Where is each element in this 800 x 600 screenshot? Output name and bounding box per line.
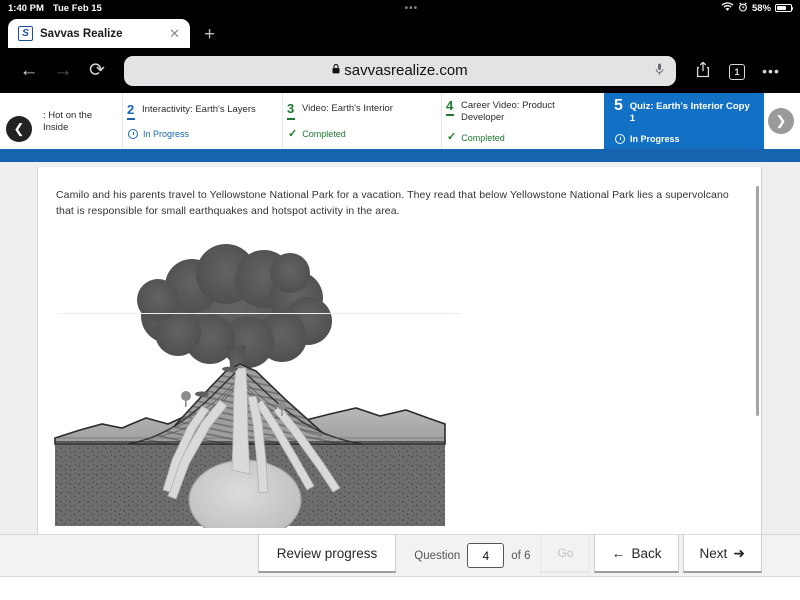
reload-icon[interactable]: ⟳ bbox=[80, 61, 114, 80]
battery-icon bbox=[774, 4, 794, 12]
lesson-prev-arrow[interactable]: ❮ bbox=[6, 115, 32, 142]
next-button[interactable]: Next ➜ bbox=[682, 535, 762, 573]
lesson-progress-nav: : Hot on the Inside 2 Interactivity: Ear… bbox=[0, 93, 800, 149]
lesson-step-2-number: 2 bbox=[127, 102, 135, 121]
back-icon[interactable]: ← bbox=[12, 61, 46, 80]
lesson-step-3-status: ✓ Completed bbox=[287, 127, 433, 140]
question-number-input[interactable] bbox=[467, 543, 505, 568]
back-button-label: Back bbox=[631, 545, 662, 561]
question-total-label: of 6 bbox=[511, 549, 531, 562]
quiz-page-area: Camilo and his parents travel to Yellows… bbox=[0, 162, 800, 534]
status-date: Tue Feb 15 bbox=[52, 2, 102, 14]
question-stem: Camilo and his parents travel to Yellows… bbox=[56, 189, 729, 218]
microphone-icon[interactable] bbox=[655, 63, 664, 79]
faint-horizon-rule bbox=[58, 312, 461, 314]
lesson-step-2-title: Interactivity: Earth's Layers bbox=[142, 103, 256, 115]
lesson-step-3-status-label: Completed bbox=[302, 129, 346, 140]
lesson-step-1-number bbox=[28, 109, 36, 111]
battery-percent: 58% bbox=[751, 2, 771, 14]
more-options-icon[interactable]: ••• bbox=[754, 64, 788, 78]
lesson-step-5-status: In Progress bbox=[614, 133, 756, 144]
lesson-step-1-title: : Hot on the Inside bbox=[43, 109, 93, 133]
lock-icon bbox=[332, 64, 340, 77]
page-right-gutter bbox=[762, 162, 800, 534]
browser-tab-savvas-realize[interactable]: S Savvas Realize ✕ bbox=[8, 19, 190, 48]
tab-count-button[interactable]: 1 bbox=[720, 61, 754, 81]
forward-icon[interactable]: → bbox=[46, 61, 80, 80]
lesson-step-3-title: Video: Earth's Interior bbox=[302, 103, 393, 115]
go-button[interactable]: Go bbox=[540, 535, 591, 573]
blue-divider-band bbox=[0, 149, 800, 162]
next-button-label: Next bbox=[699, 545, 728, 561]
lesson-step-4-title: Career Video: Product Developer bbox=[461, 99, 555, 123]
question-card: Camilo and his parents travel to Yellows… bbox=[37, 167, 762, 534]
lesson-step-5-title: Quiz: Earth's Interior Copy 1 bbox=[629, 101, 750, 124]
lesson-step-3[interactable]: 3 Video: Earth's Interior ✓ Completed bbox=[282, 93, 441, 149]
scrollbar-thumb[interactable] bbox=[756, 186, 759, 416]
arrow-right-icon: ➜ bbox=[733, 544, 745, 561]
volcano-cross-section-icon bbox=[54, 243, 446, 534]
share-icon[interactable] bbox=[686, 61, 720, 81]
new-tab-icon[interactable]: + bbox=[204, 25, 215, 44]
ios-status-bar: 1:40 PM Tue Feb 15 ••• 58% bbox=[0, 0, 800, 16]
lesson-step-3-number: 3 bbox=[287, 102, 295, 120]
review-progress-button[interactable]: Review progress bbox=[257, 535, 397, 573]
lesson-step-2[interactable]: 2 Interactivity: Earth's Layers In Progr… bbox=[122, 93, 282, 149]
volcano-figure bbox=[38, 238, 761, 534]
dynamic-island-dots: ••• bbox=[404, 2, 419, 14]
lesson-step-4-number: 4 bbox=[446, 98, 454, 117]
page-footer-blank bbox=[0, 577, 800, 600]
address-bar[interactable]: savvasrealize.com bbox=[124, 55, 676, 86]
check-icon: ✓ bbox=[288, 127, 298, 140]
alarm-icon bbox=[738, 2, 748, 15]
back-button[interactable]: ← Back bbox=[594, 535, 679, 573]
lesson-step-4-status: ✓ Completed bbox=[446, 132, 596, 143]
tab-count-label: 1 bbox=[729, 64, 745, 81]
lesson-step-4[interactable]: 4 Career Video: Product Developer ✓ Comp… bbox=[441, 93, 604, 149]
wifi-icon bbox=[721, 1, 734, 15]
lesson-next-arrow[interactable]: ❯ bbox=[768, 108, 794, 134]
question-jump-group: Question of 6 bbox=[396, 535, 540, 576]
question-label: Question bbox=[414, 549, 461, 562]
tab-title: Savvas Realize bbox=[40, 27, 123, 40]
close-icon[interactable]: ✕ bbox=[169, 27, 180, 40]
clock-icon bbox=[615, 133, 625, 144]
clock-icon bbox=[128, 129, 138, 140]
browser-toolbar: ← → ⟳ savvasrealize.com 1 ••• bbox=[0, 48, 800, 93]
url-text: savvasrealize.com bbox=[344, 62, 468, 79]
status-time: 1:40 PM bbox=[8, 2, 44, 14]
lesson-step-2-status-label: In Progress bbox=[143, 129, 190, 140]
lesson-step-2-status: In Progress bbox=[127, 129, 274, 140]
lesson-step-4-status-label: Completed bbox=[461, 132, 505, 143]
content-scrollbar[interactable] bbox=[753, 172, 761, 534]
lesson-step-5-number: 5 bbox=[614, 97, 623, 115]
quiz-bottom-toolbar: Review progress Question of 6 Go ← Back … bbox=[0, 534, 800, 577]
browser-tab-strip: S Savvas Realize ✕ + bbox=[0, 16, 800, 48]
lesson-step-5-status-label: In Progress bbox=[630, 133, 680, 144]
lesson-step-5[interactable]: 5 Quiz: Earth's Interior Copy 1 In Progr… bbox=[604, 93, 764, 149]
check-icon: ✓ bbox=[447, 131, 457, 144]
arrow-left-icon: ← bbox=[611, 545, 626, 561]
savvas-favicon: S bbox=[18, 26, 33, 41]
